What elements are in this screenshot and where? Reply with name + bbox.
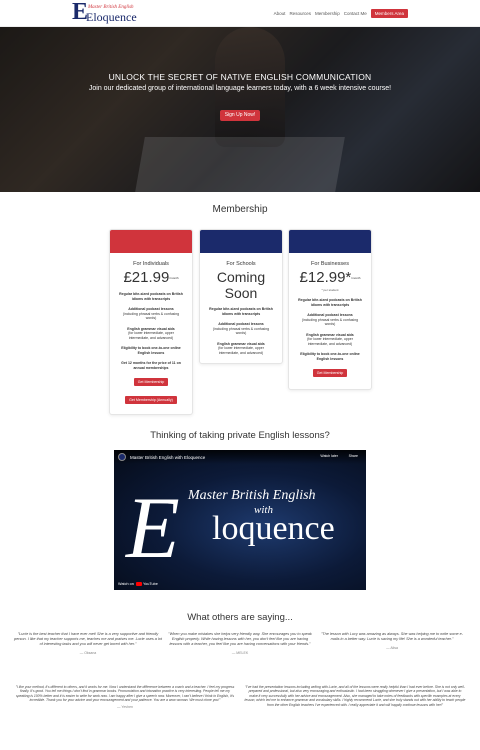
testimonial: "When you make mistakes she helps very f… bbox=[166, 632, 314, 656]
plan-feature-title: Eligibility to book one-to-one online En… bbox=[121, 346, 181, 355]
video-title[interactable]: Master British English with Eloquence bbox=[130, 455, 205, 460]
plan-feature: Additional podcast lessons (including phr… bbox=[208, 322, 274, 336]
testimonial-text: "I like your method, it's different to o… bbox=[15, 685, 235, 703]
plan-feature-desc: (for lower intermediate, upper intermedi… bbox=[128, 331, 174, 340]
testimonial-text: "Lucie is the best teacher that I have e… bbox=[14, 632, 162, 646]
watch-on-label: Watch on bbox=[118, 582, 134, 586]
plan-feature: English grammar visual aids (for lower in… bbox=[208, 342, 274, 356]
video-thumb-letter: E bbox=[126, 480, 180, 577]
plan-feature-title: Get 12 months for the price of 11 on ann… bbox=[121, 361, 181, 370]
private-lessons-heading: Thinking of taking private English lesso… bbox=[150, 430, 330, 441]
channel-avatar[interactable] bbox=[118, 453, 126, 461]
plan-title: For Businesses bbox=[311, 261, 349, 267]
plan-feature: Get 12 months for the price of 11 on ann… bbox=[118, 361, 184, 370]
plan-coming-soon: Coming Soon bbox=[216, 269, 266, 301]
nav-membership[interactable]: Membership bbox=[315, 11, 340, 16]
testimonial-author: — MELEK bbox=[231, 651, 249, 655]
plan-feature-title: Eligibility to book one-to-one online En… bbox=[300, 352, 360, 361]
site-logo[interactable]: E Master British English Eloquence bbox=[72, 0, 137, 25]
plan-card-band bbox=[200, 230, 282, 253]
plan-feature-desc: (for lower intermediate, upper intermedi… bbox=[218, 346, 264, 355]
plan-feature-desc: (including phrasal verbs & confusing wor… bbox=[122, 311, 180, 321]
video-thumb-line1: Master British English bbox=[188, 488, 316, 503]
get-membership-annual-button[interactable]: Get Membership (Annually) bbox=[125, 396, 177, 404]
plan-feature: English grammar visual aids (for lower in… bbox=[118, 327, 184, 341]
watch-on-youtube[interactable]: Watch on YouTube bbox=[118, 582, 158, 586]
plan-feature: Additional podcast lessons (including phr… bbox=[297, 313, 363, 327]
plan-card-schools: For Schools Coming Soon Regular bite-siz… bbox=[199, 229, 283, 364]
hero-banner: UNLOCK THE SECRET OF NATIVE ENGLISH COMM… bbox=[0, 27, 480, 192]
plan-price-value: £21.99 bbox=[123, 269, 170, 286]
testimonial-text: "I've had the presentation lessons inclu… bbox=[244, 685, 466, 707]
plan-feature-desc: (including phrasal verbs & confusing wor… bbox=[301, 317, 359, 327]
get-membership-button[interactable]: Get Membership bbox=[133, 378, 169, 386]
members-area-button[interactable]: Members Area bbox=[370, 9, 408, 18]
logo-word: Eloquence bbox=[86, 10, 137, 24]
testimonial-text: "When you make mistakes she helps very f… bbox=[168, 632, 312, 646]
plan-feature-title: Regular bite-sized podcasts on British i… bbox=[119, 292, 183, 301]
plan-card-individuals: For Individuals £21.99/month Regular bit… bbox=[109, 229, 193, 415]
testimonial: "The lesson with Lucy was amazing as alw… bbox=[318, 632, 466, 651]
youtube-icon bbox=[135, 582, 142, 586]
nav-contact[interactable]: Contact Me bbox=[344, 11, 367, 16]
plan-price: £21.99/month bbox=[110, 269, 192, 286]
main-nav: About Resources Membership Contact Me Me… bbox=[274, 9, 408, 18]
plan-price-note: * per student bbox=[321, 288, 339, 292]
testimonials-heading: What others are saying... bbox=[187, 612, 293, 623]
hero-subline: Join our dedicated group of internationa… bbox=[88, 85, 392, 92]
hero-headline: UNLOCK THE SECRET OF NATIVE ENGLISH COMM… bbox=[108, 72, 372, 82]
nav-about[interactable]: About bbox=[274, 11, 286, 16]
plan-feature: Regular bite-sized podcasts on British i… bbox=[297, 298, 363, 307]
get-membership-button[interactable]: Get Membership bbox=[312, 369, 348, 377]
membership-heading: Membership bbox=[212, 204, 268, 215]
youtube-label: YouTube bbox=[142, 582, 158, 586]
plan-feature: Eligibility to book one-to-one online En… bbox=[118, 346, 184, 355]
plan-feature: Regular bite-sized podcasts on British i… bbox=[118, 292, 184, 301]
plan-price-unit: /month bbox=[169, 276, 179, 281]
watch-later-button[interactable]: Watch later bbox=[320, 454, 338, 458]
plan-title: For Individuals bbox=[133, 261, 169, 267]
plan-title: For Schools bbox=[226, 261, 256, 267]
plan-feature: Regular bite-sized podcasts on British i… bbox=[208, 307, 274, 316]
plan-feature-title: Regular bite-sized podcasts on British i… bbox=[298, 298, 362, 307]
plan-feature-desc: (including phrasal verbs & confusing wor… bbox=[212, 326, 270, 336]
site-header: E Master British English Eloquence About… bbox=[0, 0, 480, 27]
testimonial-author: — Alisa bbox=[386, 646, 398, 650]
plan-price-unit: /month bbox=[351, 276, 361, 281]
plan-feature: Additional podcast lessons (including phr… bbox=[118, 307, 184, 321]
testimonial: "Lucie is the best teacher that I have e… bbox=[14, 632, 162, 656]
video-player[interactable]: Master British English with Eloquence Wa… bbox=[114, 450, 366, 590]
testimonial-author: — Yevhen bbox=[117, 704, 133, 709]
sign-up-button[interactable]: Sign Up Now! bbox=[220, 110, 260, 121]
plan-card-band bbox=[110, 230, 192, 253]
plan-feature: Eligibility to book one-to-one online En… bbox=[297, 352, 363, 361]
share-button[interactable]: Share bbox=[349, 454, 358, 458]
plan-feature: English grammar visual aids (for lower in… bbox=[297, 333, 363, 347]
testimonial-author: — Oksana bbox=[79, 651, 97, 655]
plan-price: £12.99*/month bbox=[289, 269, 371, 286]
nav-resources[interactable]: Resources bbox=[289, 11, 311, 16]
testimonial: "I've had the presentation lessons inclu… bbox=[244, 685, 466, 707]
plan-card-band bbox=[289, 230, 371, 253]
plan-price-value: £12.99* bbox=[299, 269, 352, 286]
plan-feature-title: Regular bite-sized podcasts on British i… bbox=[209, 307, 273, 316]
plan-feature-desc: (for lower intermediate, upper intermedi… bbox=[307, 337, 353, 346]
testimonial-text: "The lesson with Lucy was amazing as alw… bbox=[320, 632, 464, 641]
video-thumb-word: loquence bbox=[212, 510, 335, 547]
plan-card-businesses: For Businesses £12.99*/month * per stude… bbox=[288, 229, 372, 390]
testimonial: "I like your method, it's different to o… bbox=[14, 685, 236, 709]
